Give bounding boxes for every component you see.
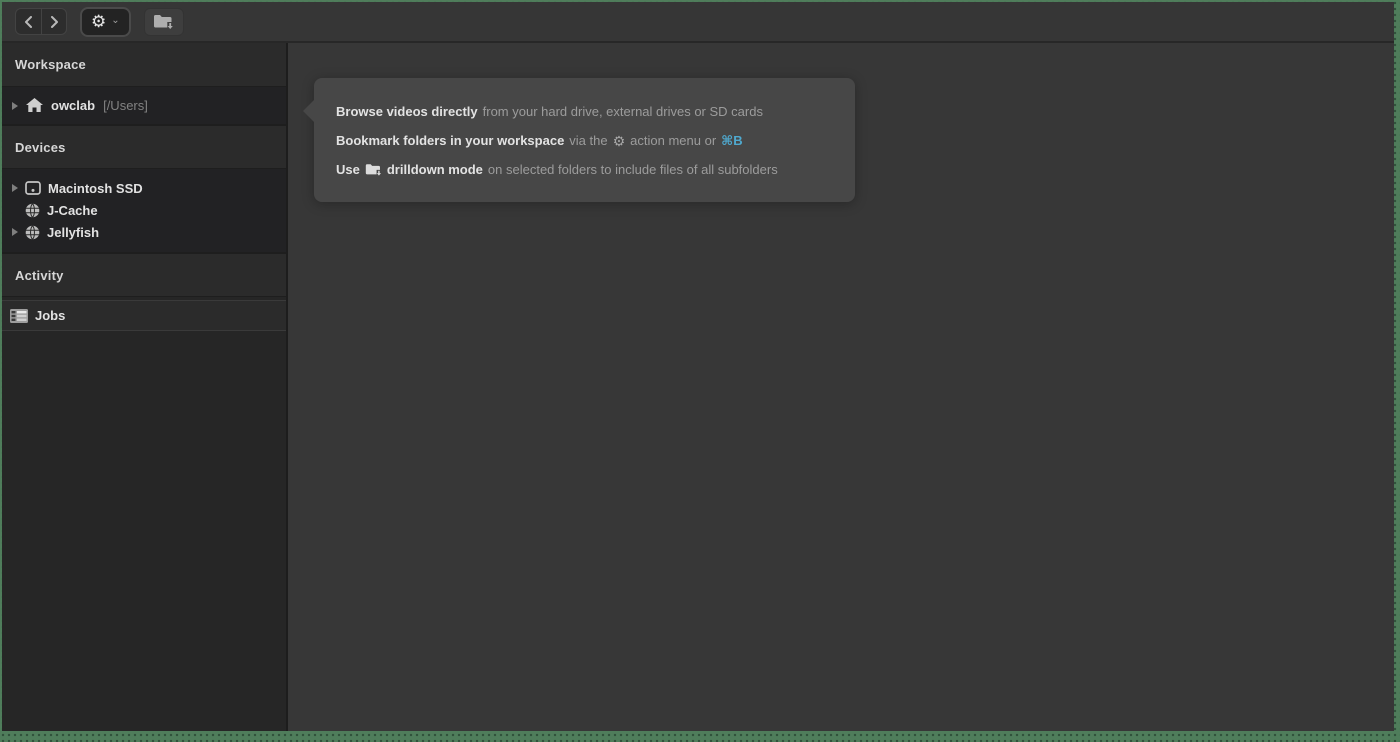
sidebar-section-devices: Devices xyxy=(2,125,286,169)
disclosure-triangle-icon[interactable] xyxy=(12,184,18,192)
onboarding-tips-callout: Browse videos directly from your hard dr… xyxy=(314,78,855,202)
sidebar-item-label: J-Cache xyxy=(47,203,98,218)
sidebar-item-macintosh-ssd[interactable]: Macintosh SSD xyxy=(2,177,286,199)
section-title: Workspace xyxy=(15,57,86,72)
keyboard-shortcut: ⌘B xyxy=(721,133,742,149)
chevron-left-icon xyxy=(24,16,33,28)
jobs-list-icon xyxy=(10,309,28,323)
sidebar-empty-area xyxy=(2,331,286,731)
back-button[interactable] xyxy=(16,9,41,34)
tip-text: from your hard drive, external drives or… xyxy=(483,104,763,119)
app-window: ⚙ ⌄ Workspace owclab [/Users] xyxy=(2,2,1394,731)
sidebar-item-path: [/Users] xyxy=(103,98,148,113)
history-nav xyxy=(15,8,67,35)
network-drive-icon xyxy=(25,225,40,240)
window-body: Workspace owclab [/Users] Devices xyxy=(2,43,1394,731)
network-drive-icon xyxy=(25,203,40,218)
section-title: Activity xyxy=(15,268,64,283)
tip-text: via the xyxy=(569,133,607,148)
desktop-background: { "toolbar": { "gear_glyph": "⚙", "gear_… xyxy=(0,0,1400,742)
callout-arrow xyxy=(303,100,314,122)
tip-bold-text: Browse videos directly xyxy=(336,104,478,119)
folder-drilldown-icon xyxy=(365,163,382,176)
chevron-down-icon: ⌄ xyxy=(111,15,119,26)
drilldown-mode-button[interactable] xyxy=(144,8,184,36)
sidebar-item-label: Jobs xyxy=(35,308,65,323)
home-icon xyxy=(26,98,43,113)
section-title: Devices xyxy=(15,140,66,155)
main-content-area: Browse videos directly from your hard dr… xyxy=(288,43,1394,731)
forward-button[interactable] xyxy=(41,9,66,34)
tip-bookmark-folders: Bookmark folders in your workspace via t… xyxy=(336,126,833,155)
sidebar-item-owclab[interactable]: owclab [/Users] xyxy=(2,87,286,125)
internal-drive-icon xyxy=(25,181,41,195)
folder-drilldown-icon xyxy=(153,14,174,29)
toolbar: ⚙ ⌄ xyxy=(2,2,1394,43)
tip-drilldown-mode: Use drilldown mode on selected folders t… xyxy=(336,155,833,184)
sidebar-item-j-cache[interactable]: J-Cache xyxy=(2,199,286,221)
sidebar-item-jellyfish[interactable]: Jellyfish xyxy=(2,221,286,243)
tip-text: on selected folders to include files of … xyxy=(488,162,778,177)
tip-bold-text: Use xyxy=(336,162,360,177)
tip-bold-text: Bookmark folders in your workspace xyxy=(336,133,564,148)
sidebar-section-workspace: Workspace xyxy=(2,43,286,87)
gear-icon: ⚙ xyxy=(91,13,106,30)
sidebar-section-activity: Activity xyxy=(2,253,286,297)
sidebar-item-jobs[interactable]: Jobs xyxy=(2,300,286,331)
tip-text: action menu or xyxy=(630,133,716,148)
sidebar: Workspace owclab [/Users] Devices xyxy=(2,43,288,731)
device-list: Macintosh SSD J-Cache Jell xyxy=(2,169,286,253)
tip-browse-videos: Browse videos directly from your hard dr… xyxy=(336,97,833,126)
sidebar-item-label: Macintosh SSD xyxy=(48,181,143,196)
sidebar-item-label: Jellyfish xyxy=(47,225,99,240)
disclosure-triangle-icon[interactable] xyxy=(12,228,18,236)
sidebar-item-label: owclab xyxy=(51,98,95,113)
gear-icon: ⚙ xyxy=(613,134,626,148)
disclosure-triangle-icon[interactable] xyxy=(12,102,18,110)
tip-bold-text: drilldown mode xyxy=(387,162,483,177)
chevron-right-icon xyxy=(50,16,59,28)
action-menu-button[interactable]: ⚙ ⌄ xyxy=(80,7,131,37)
